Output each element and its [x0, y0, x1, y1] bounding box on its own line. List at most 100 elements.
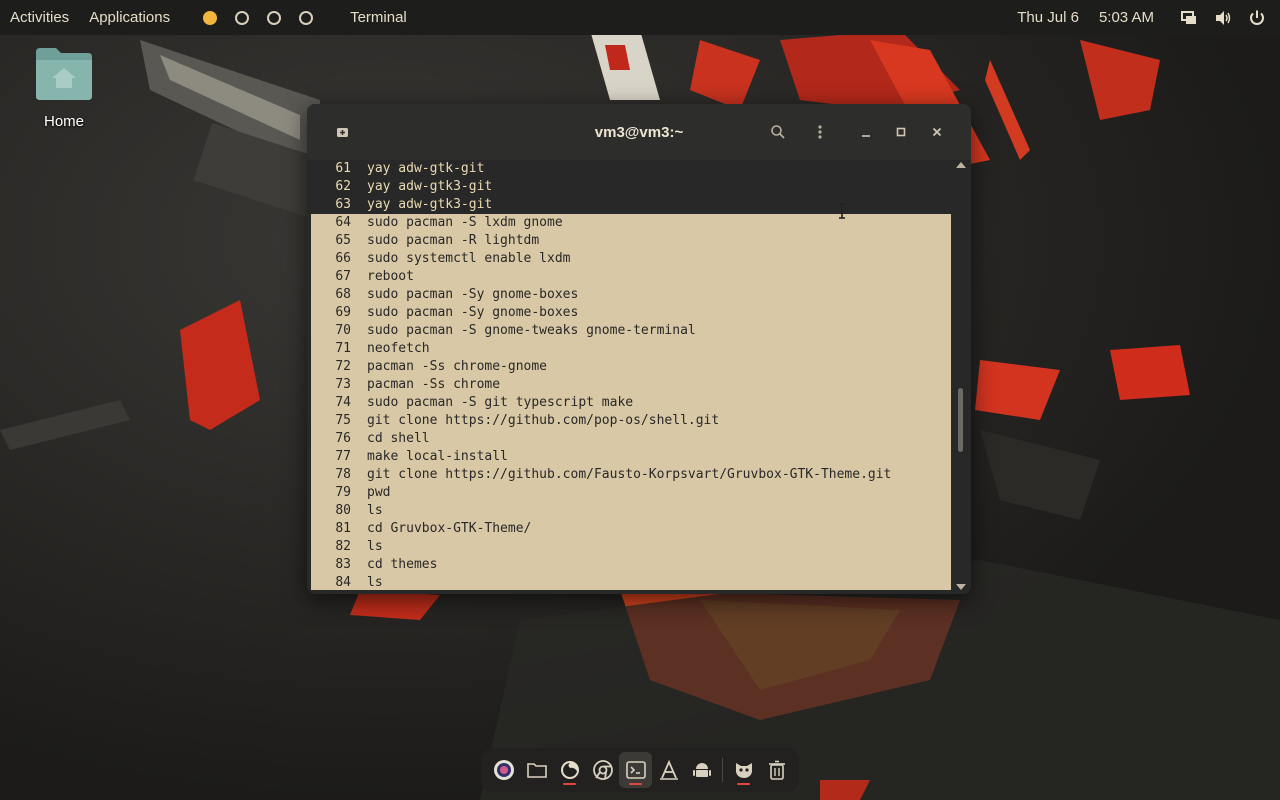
history-number: 80: [335, 503, 351, 518]
maximize-icon: [896, 127, 906, 137]
terminal-line[interactable]: 65 sudo pacman -R lightdm: [311, 232, 951, 250]
clock-label[interactable]: 5:03 AM: [1089, 0, 1164, 35]
terminal-window[interactable]: vm3@vm3:~ 61 yay adw-gtk-git 62 yay adw-gtk…: [307, 104, 971, 594]
history-number: 77: [335, 449, 351, 464]
history-command: sudo systemctl enable lxdm: [367, 251, 571, 266]
history-command: sudo pacman -Sy gnome-boxes: [367, 305, 579, 320]
focused-app-name[interactable]: Terminal: [340, 0, 417, 35]
dock-browser[interactable]: [487, 752, 520, 788]
terminal-line[interactable]: 68 sudo pacman -Sy gnome-boxes: [311, 286, 951, 304]
top-panel: Activities Applications Terminal Thu Jul…: [0, 0, 1280, 35]
history-number: 68: [335, 287, 351, 302]
close-button[interactable]: [921, 116, 953, 148]
terminal-output[interactable]: 61 yay adw-gtk-git 62 yay adw-gtk3-git 63 yay…: [311, 160, 951, 590]
history-number: 78: [335, 467, 351, 482]
history-command: cd shell: [367, 431, 430, 446]
history-command: yay adw-gtk3-git: [367, 197, 493, 212]
history-number: 74: [335, 395, 351, 410]
power-icon[interactable]: [1240, 0, 1274, 35]
minimize-button[interactable]: [850, 116, 882, 148]
history-command: yay adw-gtk-git: [367, 161, 485, 176]
terminal-line[interactable]: 77 make local-install: [311, 448, 951, 466]
search-button[interactable]: [762, 116, 794, 148]
history-command: make local-install: [367, 449, 508, 464]
scroll-up-arrow[interactable]: [956, 162, 966, 168]
activities-button[interactable]: Activities: [0, 0, 79, 35]
scrollbar[interactable]: [953, 160, 967, 592]
workspace-3-dot[interactable]: [267, 10, 282, 25]
history-number: 73: [335, 377, 351, 392]
search-icon: [771, 125, 785, 139]
terminal-line[interactable]: 79 pwd: [311, 484, 951, 502]
dock-text-editor[interactable]: [652, 752, 685, 788]
trash-icon: [768, 760, 785, 780]
workspace-1-dot[interactable]: [203, 10, 218, 25]
browser-icon: [493, 760, 514, 780]
terminal-line[interactable]: 84 ls: [311, 574, 951, 590]
desktop-home-folder[interactable]: Home: [28, 44, 100, 130]
terminal-line[interactable]: 78 git clone https://github.com/Fausto-Ko…: [311, 466, 951, 484]
terminal-line[interactable]: 75 git clone https://github.com/pop-os/sh…: [311, 412, 951, 430]
chrome-icon: [592, 760, 613, 780]
terminal-icon: [625, 761, 646, 779]
terminal-line[interactable]: 72 pacman -Ss chrome-gnome: [311, 358, 951, 376]
history-command: ls: [367, 539, 383, 554]
maximize-button[interactable]: [885, 116, 917, 148]
terminal-line[interactable]: 66 sudo systemctl enable lxdm: [311, 250, 951, 268]
terminal-line[interactable]: 82 ls: [311, 538, 951, 556]
history-command: sudo pacman -Sy gnome-boxes: [367, 287, 579, 302]
history-number: 82: [335, 539, 351, 554]
history-command: sudo pacman -S lxdm gnome: [367, 215, 563, 230]
terminal-line[interactable]: 71 neofetch: [311, 340, 951, 358]
network-icon[interactable]: [1172, 0, 1206, 35]
history-number: 71: [335, 341, 351, 356]
dock-files[interactable]: [520, 752, 553, 788]
history-number: 69: [335, 305, 351, 320]
terminal-line[interactable]: 62 yay adw-gtk3-git: [311, 178, 951, 196]
history-command: ls: [367, 503, 383, 518]
dock-chrome[interactable]: [586, 752, 619, 788]
terminal-line[interactable]: 61 yay adw-gtk-git: [311, 160, 951, 178]
terminal-line[interactable]: 63 yay adw-gtk3-git: [311, 196, 951, 214]
history-command: pacman -Ss chrome-gnome: [367, 359, 548, 374]
terminal-line[interactable]: 73 pacman -Ss chrome: [311, 376, 951, 394]
workspace-4-dot[interactable]: [299, 10, 314, 25]
terminal-line[interactable]: 74 sudo pacman -S git typescript make: [311, 394, 951, 412]
history-number: 79: [335, 485, 351, 500]
dock-trash[interactable]: [760, 752, 793, 788]
new-tab-icon: [337, 128, 348, 137]
terminal-line[interactable]: 83 cd themes: [311, 556, 951, 574]
history-number: 76: [335, 431, 351, 446]
terminal-line[interactable]: 70 sudo pacman -S gnome-tweaks gnome-term…: [311, 322, 951, 340]
close-icon: [932, 127, 942, 137]
minimize-icon: [862, 135, 870, 137]
volume-icon[interactable]: [1206, 0, 1240, 35]
kebab-menu-icon: [818, 125, 822, 139]
history-command: git clone https://github.com/Fausto-Korp…: [367, 467, 892, 482]
history-command: git clone https://github.com/pop-os/shel…: [367, 413, 720, 428]
terminal-line[interactable]: 76 cd shell: [311, 430, 951, 448]
history-number: 83: [335, 557, 351, 572]
terminal-line[interactable]: 67 reboot: [311, 268, 951, 286]
new-tab-button[interactable]: [327, 116, 359, 148]
dock-firefox[interactable]: [553, 752, 586, 788]
terminal-titlebar[interactable]: vm3@vm3:~: [307, 104, 971, 160]
workspace-2-dot[interactable]: [235, 10, 250, 25]
workspace-indicator[interactable]: [194, 10, 322, 25]
dock-android[interactable]: [685, 752, 718, 788]
history-number: 65: [335, 233, 351, 248]
history-command: pwd: [367, 485, 391, 500]
scrollbar-thumb[interactable]: [958, 388, 963, 452]
applications-menu[interactable]: Applications: [79, 0, 180, 35]
dock-extensions[interactable]: [727, 752, 760, 788]
files-icon: [526, 763, 547, 778]
menu-button[interactable]: [804, 116, 836, 148]
scroll-down-arrow[interactable]: [956, 584, 966, 590]
terminal-line[interactable]: 69 sudo pacman -Sy gnome-boxes: [311, 304, 951, 322]
history-command: pacman -Ss chrome: [367, 377, 501, 392]
dock-terminal[interactable]: [619, 752, 652, 788]
terminal-line[interactable]: 64 sudo pacman -S lxdm gnome: [311, 214, 951, 232]
date-label[interactable]: Thu Jul 6: [1007, 0, 1089, 35]
terminal-line[interactable]: 80 ls: [311, 502, 951, 520]
terminal-line[interactable]: 81 cd Gruvbox-GTK-Theme/: [311, 520, 951, 538]
